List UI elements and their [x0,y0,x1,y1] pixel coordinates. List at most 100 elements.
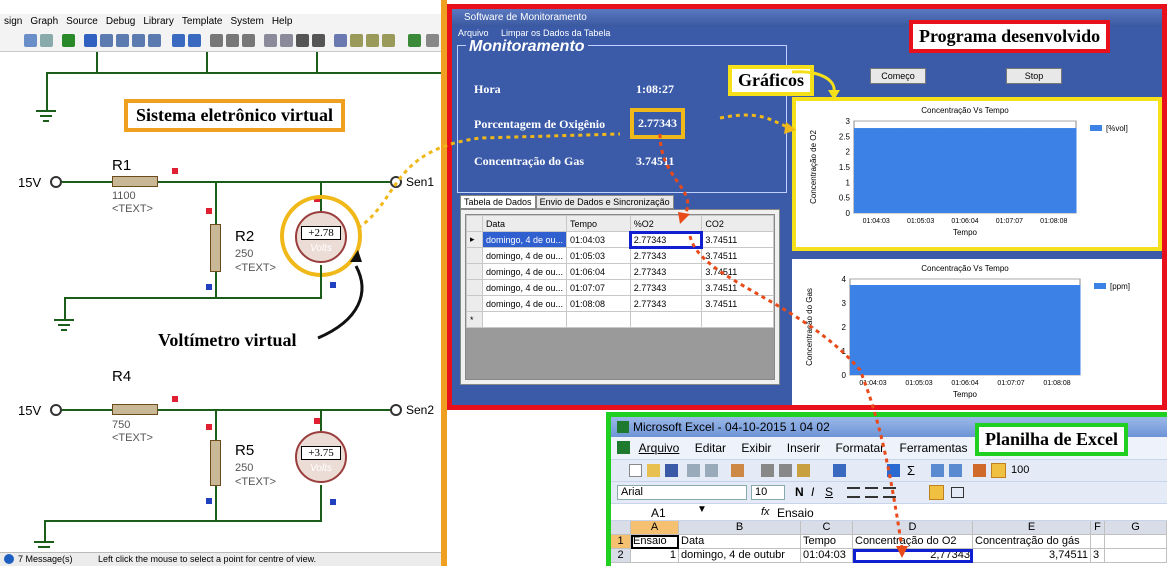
new-row[interactable]: * [466,311,774,328]
block-copy-icon[interactable] [264,34,277,47]
cell-co2[interactable]: 3.74511 [701,263,774,280]
preview-icon[interactable] [705,464,718,477]
table-row[interactable]: domingo, 4 de ou... 01:07:07 2.77343 3.7… [466,279,774,296]
align-right-icon[interactable] [883,487,896,498]
table-row[interactable]: domingo, 4 de ou... 01:08:08 2.77343 3.7… [466,295,774,312]
cell-data[interactable]: domingo, 4 de ou... [481,295,568,312]
tab-tabela[interactable]: Tabela de Dados [460,195,536,209]
fx-icon[interactable]: fx [761,506,770,518]
cell-o2[interactable]: 2.77343 [629,295,703,312]
paste-icon[interactable] [797,464,810,477]
table-row[interactable]: domingo, 4 de ou... 01:06:04 2.77343 3.7… [466,263,774,280]
cell-data[interactable]: domingo, 4 de ou... [481,279,568,296]
voltmeter-1[interactable]: +2.78 Volts [295,211,347,263]
grid-icon[interactable] [24,34,37,47]
pan-icon[interactable] [84,34,97,47]
menu-help[interactable]: Help [268,14,297,29]
col-header-c[interactable]: C [801,521,853,535]
formula-input[interactable]: Ensaio [777,506,814,520]
search-icon[interactable] [426,34,439,47]
cell-o2[interactable]: 2.77343 [629,247,703,264]
cell-tempo[interactable]: 01:07:07 [566,279,631,296]
cell-co2[interactable]: 3.74511 [701,295,774,312]
cell-g2[interactable] [1105,549,1167,563]
resistor-r2[interactable] [210,224,221,272]
cell-o2[interactable]: 2.77343 [629,263,703,280]
data-grid[interactable]: Data Tempo %O2 CO2 ▸ domingo, 4 de ou...… [465,214,775,380]
col-tempo[interactable]: Tempo [566,215,631,232]
excel-menu-ferramentas[interactable]: Ferramentas [899,441,967,455]
col-header-g[interactable]: G [1105,521,1167,535]
decompose-icon[interactable] [382,34,395,47]
copy-icon[interactable] [779,464,792,477]
open-icon[interactable] [647,464,660,477]
col-header-a[interactable]: A [631,521,679,535]
menu-library[interactable]: Library [139,14,178,29]
autosum-icon[interactable]: Σ [907,463,915,478]
menu-design[interactable]: sign [0,14,26,29]
name-box-dropdown-icon[interactable]: ▼ [697,504,707,515]
resistor-r1[interactable] [112,176,158,187]
cell-tempo[interactable]: 01:08:08 [566,295,631,312]
sort-asc-icon[interactable] [931,464,944,477]
cell-co2[interactable]: 3.74511 [701,279,774,296]
cell-f2[interactable]: 3 [1091,549,1105,563]
stop-button[interactable]: Stop [1006,68,1062,84]
cell-d2[interactable]: 2,77343 [853,549,973,563]
cell-c1[interactable]: Tempo [801,535,853,549]
resistor-r4[interactable] [112,404,158,415]
redo-icon[interactable] [188,34,201,47]
cell-f1[interactable] [1091,535,1105,549]
sort-desc-icon[interactable] [949,464,962,477]
name-box[interactable]: A1 [651,506,666,520]
cell-co2[interactable]: 3.74511 [701,231,774,248]
table-row[interactable]: domingo, 4 de ou... 01:05:03 2.77343 3.7… [466,247,774,264]
zoom-value[interactable]: 100 [1011,464,1029,476]
col-data[interactable]: Data [481,215,568,232]
grid-dots-icon[interactable] [40,34,53,47]
make-device-icon[interactable] [350,34,363,47]
cell-co2[interactable]: 3.74511 [701,247,774,264]
hyperlink-icon[interactable] [887,464,900,477]
save-icon[interactable] [665,464,678,477]
resistor-r5[interactable] [210,440,221,486]
drawing-icon[interactable] [991,463,1006,478]
cell-data[interactable]: domingo, 4 de ou... [481,247,568,264]
cell-d1[interactable]: Concentração do O2 [853,535,973,549]
source-terminal[interactable] [50,176,62,188]
output-terminal[interactable] [390,404,402,416]
print-icon[interactable] [687,464,700,477]
col-header-f[interactable]: F [1091,521,1105,535]
col-header-d[interactable]: D [853,521,973,535]
block-move-icon[interactable] [280,34,293,47]
cell-c2[interactable]: 01:04:03 [801,549,853,563]
cell-b2[interactable]: domingo, 4 de outubr [679,549,801,563]
font-name-select[interactable]: Arial [617,485,747,500]
merge-icon[interactable] [929,485,944,500]
underline-icon[interactable]: S [825,485,833,499]
cell-data[interactable]: domingo, 4 de ou... [481,231,568,248]
cell-tempo[interactable]: 01:06:04 [566,263,631,280]
wire-autorouter-icon[interactable] [408,34,421,47]
cell-data[interactable]: domingo, 4 de ou... [481,263,568,280]
undo-icon[interactable] [833,464,846,477]
borders-icon[interactable] [951,487,964,498]
cell-e1[interactable]: Concentração do gás [973,535,1091,549]
cell-b1[interactable]: Data [679,535,801,549]
spelling-icon[interactable] [731,464,744,477]
zoom-out-icon[interactable] [116,34,129,47]
menu-arquivo[interactable]: Arquivo [458,28,489,38]
col-o2[interactable]: %O2 [629,215,703,232]
cell-o2[interactable]: 2.77343 [629,230,703,249]
corner-cell[interactable] [611,521,631,535]
status-message-count[interactable]: 7 Message(s) [18,554,73,564]
cell-tempo[interactable]: 01:05:03 [566,247,631,264]
table-row[interactable]: ▸ domingo, 4 de ou... 01:04:03 2.77343 3… [466,230,774,249]
paste-icon[interactable] [242,34,255,47]
excel-menu-arquivo[interactable]: Arquivo [639,441,680,455]
pick-device-icon[interactable] [334,34,347,47]
start-button[interactable]: Começo [870,68,926,84]
row-header-1[interactable]: 1 [611,535,631,549]
cell-g1[interactable] [1105,535,1167,549]
origin-icon[interactable] [62,34,75,47]
